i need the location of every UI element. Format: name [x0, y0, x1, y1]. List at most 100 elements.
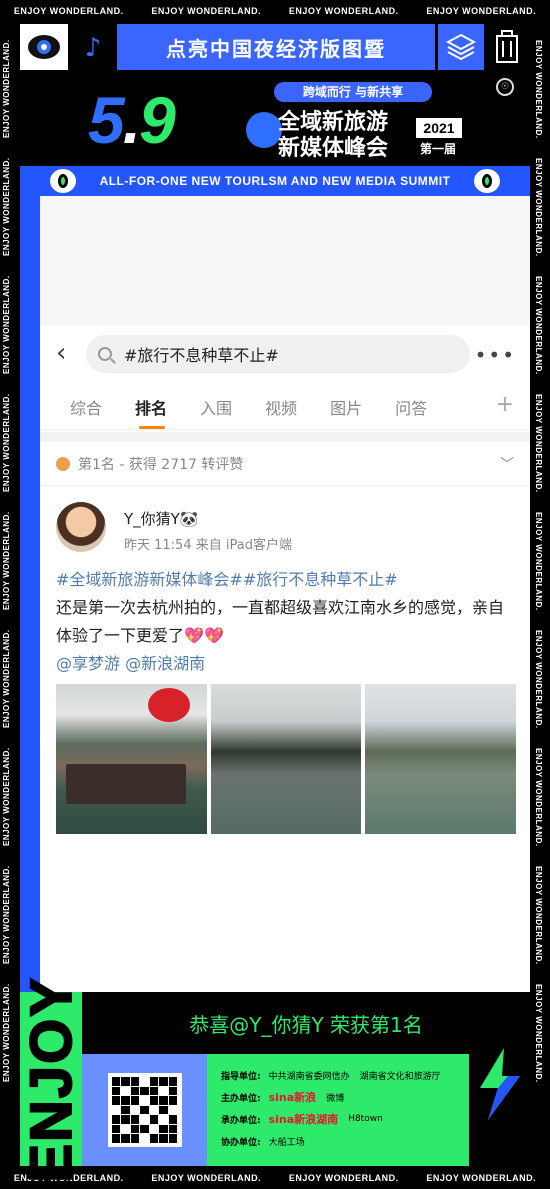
banner-text: 点亮中国夜经济版图暨 [166, 36, 386, 61]
org-row: 承办单位: sina新浪湖南 H8town [221, 1108, 469, 1130]
side-text: ENJOY WONDERLAND. [534, 511, 543, 611]
weibo-logo: 微博 [326, 1093, 345, 1104]
avatar[interactable] [56, 502, 106, 552]
organizers: 指导单位: 中共湖南省委网信办 湖南省文化和旅游厅 主办单位: sina新浪 微博 承办… [207, 1054, 469, 1166]
search-icon [98, 347, 112, 361]
hero-section: 5.9 跨域而行 与新共享 全域新旅游 新媒体峰会 2021 第一届 ☉ [20, 78, 530, 166]
side-text: ENJOY WONDERLAND. [2, 865, 11, 965]
org-row: 指导单位: 中共湖南省委网信办 湖南省文化和旅游厅 [221, 1064, 469, 1086]
ticker-text: ENJOY WONDERLAND. [151, 1173, 262, 1183]
hero-title-line2: 新媒体峰会 [278, 136, 389, 161]
left-side-ticker: ENJOY WONDERLAND. ENJOY WONDERLAND. ENJO… [2, 30, 16, 1160]
hashtag-link[interactable]: #全域新旅游新媒体峰会##旅行不息种草不止# [56, 570, 398, 589]
org-key: 协办单位: [221, 1137, 261, 1148]
username[interactable]: Y_你猜Y🐼 [124, 508, 199, 529]
edition-label: 第一届 [420, 142, 457, 156]
side-text: ENJOY WONDERLAND. [2, 747, 11, 847]
status-area [40, 196, 530, 326]
photo-thumbnail[interactable] [365, 684, 517, 834]
header-banner: 点亮中国夜经济版图暨 [117, 24, 435, 70]
medal-icon [56, 456, 70, 471]
divider [40, 432, 530, 442]
rank-row[interactable]: 第1名 - 获得 2717 转评赞 ﹀ [40, 442, 530, 486]
side-text: ENJOY WONDERLAND. [2, 39, 11, 139]
post-content: #全域新旅游新媒体峰会##旅行不息种草不止# 还是第一次去杭州拍的，一直都超级喜… [56, 566, 516, 678]
side-text: ENJOY WONDERLAND. [2, 983, 11, 1083]
tagline-pill: 跨域而行 与新共享 [274, 82, 432, 102]
more-icon[interactable]: ••• [475, 343, 516, 367]
trash-can-icon [490, 28, 524, 66]
post-source: 来自 iPad客户端 [195, 538, 292, 553]
org-key: 承办单位: [221, 1115, 261, 1126]
org-key: 主办单位: [221, 1093, 261, 1104]
tab-shortlist[interactable]: 入围 [200, 395, 232, 419]
ticker-text: ENJOY WONDERLAND. [426, 1173, 537, 1183]
screenshot-frame: ‹ #旅行不息种草不止# ••• 综合 排名 入围 视频 图片 问答 + 第1名… [20, 196, 530, 992]
search-query: #旅行不息种草不止# [124, 346, 279, 365]
side-text: ENJOY WONDERLAND. [534, 157, 543, 257]
side-text: ENJOY WONDERLAND. [534, 39, 543, 139]
side-text: ENJOY WONDERLAND. [534, 865, 543, 965]
boat-shape [66, 764, 186, 804]
sina-hunan-logo: sina新浪湖南 [268, 1113, 339, 1126]
side-text: ENJOY WONDERLAND. [2, 393, 11, 493]
music-note-icon: ♪ [84, 33, 102, 63]
photo-grid [56, 684, 517, 834]
photo-thumbnail[interactable] [56, 684, 207, 834]
side-text: ENJOY WONDERLAND. [534, 983, 543, 1083]
side-text: ENJOY WONDERLAND. [2, 511, 11, 611]
qr-panel [82, 1054, 207, 1166]
decor-circle [246, 112, 282, 148]
sina-logo: sina新浪 [268, 1091, 317, 1104]
h8town-logo: H8town [348, 1114, 383, 1124]
lantern-shape [148, 688, 190, 722]
phone-screen: ‹ #旅行不息种草不止# ••• 综合 排名 入围 视频 图片 问答 + 第1名… [40, 196, 530, 992]
qr-code-icon [107, 1073, 182, 1147]
side-text: ENJOY WONDERLAND. [2, 629, 11, 729]
tab-qa[interactable]: 问答 [395, 395, 427, 419]
ticker-text: ENJOY WONDERLAND. [426, 6, 537, 16]
tab-ranking[interactable]: 排名 [135, 395, 167, 429]
org-value: 中共湖南省委网信办 [268, 1071, 350, 1082]
mention-links[interactable]: @享梦游 @新浪湖南 [56, 654, 205, 673]
summit-title: ALL-FOR-ONE NEW TOURLSM AND NEW MEDIA SU… [99, 174, 451, 188]
org-row: 协办单位: 大船工场 [221, 1130, 469, 1152]
tab-images[interactable]: 图片 [330, 395, 362, 419]
tab-comprehensive[interactable]: 综合 [70, 395, 102, 419]
header-bar: ♪ 点亮中国夜经济版图暨 [20, 24, 530, 72]
search-row: ‹ #旅行不息种草不止# ••• [40, 331, 530, 377]
top-ticker: ENJOY WONDERLAND. ENJOY WONDERLAND. ENJO… [0, 0, 550, 22]
hero-number: 5 [88, 83, 125, 157]
dachuan-logo: 大船工场 [268, 1137, 305, 1148]
lightning-bolt-icon [474, 1048, 526, 1120]
side-text: ENJOY WONDERLAND. [534, 393, 543, 493]
org-value: 湖南省文化和旅游厅 [359, 1071, 441, 1082]
post-body: 还是第一次去杭州拍的，一直都超级喜欢江南水乡的感觉，亲自体验了一下更爱了 [56, 598, 505, 645]
back-arrow-icon[interactable]: ‹ [56, 339, 66, 367]
ticker-text: ENJOY WONDERLAND. [13, 6, 124, 16]
photo-thumbnail[interactable] [210, 684, 362, 834]
ticker-text: ENJOY WONDERLAND. [288, 6, 399, 16]
hero-date: 5.9 [88, 82, 176, 158]
side-text: ENJOY WONDERLAND. [2, 275, 11, 375]
side-text: ENJOY WONDERLAND. [534, 275, 543, 375]
rank-text: 第1名 - 获得 2717 转评赞 [78, 456, 244, 473]
side-text: ENJOY WONDERLAND. [2, 157, 11, 257]
tab-video[interactable]: 视频 [265, 395, 297, 419]
hero-dot: . [122, 83, 141, 157]
ticker-text: ENJOY WONDERLAND. [288, 1173, 399, 1183]
side-text: ENJOY WONDERLAND. [534, 629, 543, 729]
layers-icon [438, 24, 484, 70]
hero-number: 9 [139, 83, 176, 157]
eye-icon [50, 169, 76, 193]
side-text: ENJOY WONDERLAND. [534, 747, 543, 847]
right-side-ticker: ENJOY WONDERLAND. ENJOY WONDERLAND. ENJO… [534, 30, 548, 1160]
congrats-text: 恭喜@Y_你猜Y 荣获第1名 [189, 1012, 423, 1037]
org-key: 指导单位: [221, 1071, 261, 1082]
emblem-icon: ☉ [496, 78, 514, 96]
add-tab-icon[interactable]: + [496, 392, 514, 417]
chevron-down-icon[interactable]: ﹀ [500, 454, 514, 474]
heart-emoji-icon: 💖💖 [184, 626, 224, 645]
search-input[interactable]: #旅行不息种草不止# [86, 335, 470, 373]
eye-icon [474, 169, 500, 193]
